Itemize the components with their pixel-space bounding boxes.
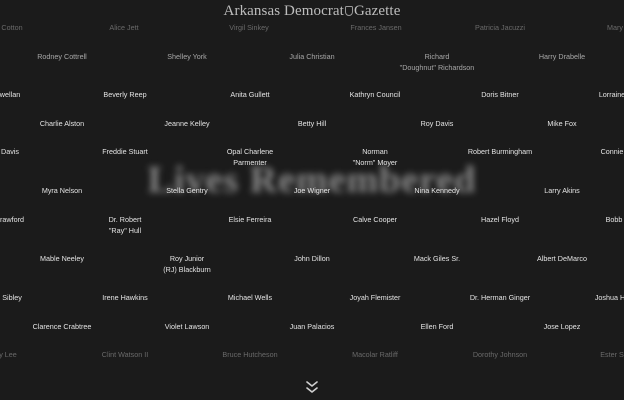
name-item[interactable]: Richard "Doughnut" Richardson: [400, 51, 475, 73]
name-item[interactable]: Freddie Stuart: [102, 146, 148, 157]
name-item[interactable]: Hazel Floyd: [481, 214, 519, 225]
name-item[interactable]: Clint Watson II: [102, 349, 148, 360]
name-item[interactable]: Jose Lopez: [544, 321, 581, 332]
name-line: Opal Charlene: [226, 147, 274, 156]
name-item[interactable]: ewellan: [0, 89, 20, 100]
name-item[interactable]: Irene Hawkins: [102, 292, 148, 303]
name-item[interactable]: Roy Davis: [421, 118, 454, 129]
name-item[interactable]: Myra Nelson: [42, 185, 82, 196]
name-item[interactable]: Violet Lawson: [165, 321, 210, 332]
name-item[interactable]: Bobb: [606, 214, 623, 225]
name-line: Richard: [424, 52, 450, 61]
name-item[interactable]: Ester S: [600, 349, 624, 360]
name-item[interactable]: y Lee: [0, 349, 17, 360]
name-item[interactable]: Albert DeMarco: [537, 253, 587, 264]
name-item[interactable]: Cotton: [1, 22, 22, 33]
name-item[interactable]: Clarence Crabtree: [33, 321, 92, 332]
name-item[interactable]: Shelley York: [167, 51, 207, 62]
double-chevron-down-icon: [306, 381, 318, 393]
name-item[interactable]: Harry Drabelle: [539, 51, 585, 62]
name-item[interactable]: Anita Gullett: [230, 89, 269, 100]
name-line: Dr. Robert: [108, 215, 142, 224]
name-item[interactable]: Julia Christian: [289, 51, 334, 62]
name-line: Norman: [362, 147, 388, 156]
scroll-down-button[interactable]: [304, 378, 320, 398]
name-item[interactable]: rawford: [0, 214, 24, 225]
name-item[interactable]: Mike Fox: [547, 118, 576, 129]
masthead-text-gazette: Gazette: [353, 3, 401, 19]
name-item[interactable]: Doris Bitner: [481, 89, 519, 100]
masthead-text-arkansas-democrat: Arkansas Democrat: [223, 3, 344, 19]
name-item[interactable]: Beverly Reep: [103, 89, 146, 100]
name-item[interactable]: Mary: [607, 22, 623, 33]
name-line: "Ray" Hull: [108, 226, 142, 235]
name-line: "Doughnut" Richardson: [399, 63, 475, 72]
name-item[interactable]: Kathryn Council: [350, 89, 401, 100]
name-item[interactable]: Stella Gentry: [166, 185, 208, 196]
name-item[interactable]: Joe Wigner: [294, 185, 330, 196]
name-item[interactable]: Dr. Herman Ginger: [470, 292, 530, 303]
name-item[interactable]: Elsie Ferreira: [229, 214, 272, 225]
name-line: (RJ) Blackburn: [163, 265, 211, 274]
site-masthead[interactable]: Arkansas Democrat Gazette: [0, 3, 624, 20]
name-item[interactable]: Dorothy Johnson: [473, 349, 527, 360]
name-item[interactable]: Rodney Cottrell: [37, 51, 87, 62]
name-item[interactable]: Mack Giles Sr.: [414, 253, 460, 264]
name-item[interactable]: Frances Jansen: [350, 22, 401, 33]
name-item[interactable]: Calve Cooper: [353, 214, 397, 225]
newspaper-emblem-icon: [344, 6, 353, 16]
name-item[interactable]: Lorraine: [599, 89, 624, 100]
name-item[interactable]: Patricia Jacuzzi: [475, 22, 525, 33]
name-line: Roy Junior: [169, 254, 205, 263]
name-item[interactable]: Alice Jett: [109, 22, 138, 33]
name-item[interactable]: Joyah Flemister: [350, 292, 401, 303]
name-item[interactable]: Ellen Ford: [421, 321, 454, 332]
name-item[interactable]: Connie: [601, 146, 624, 157]
name-item[interactable]: Nina Kennedy: [414, 185, 459, 196]
name-item[interactable]: Larry Akins: [544, 185, 580, 196]
name-item[interactable]: Joshua H: [595, 292, 624, 303]
name-item[interactable]: Mable Neeley: [40, 253, 84, 264]
name-item[interactable]: John Dillon: [294, 253, 330, 264]
name-item[interactable]: Juan Palacios: [290, 321, 335, 332]
name-item[interactable]: Michael Wells: [228, 292, 272, 303]
name-item[interactable]: Charlie Alston: [40, 118, 84, 129]
name-item[interactable]: Betty Hill: [298, 118, 326, 129]
name-item[interactable]: Bruce Hutcheson: [222, 349, 277, 360]
name-item[interactable]: Macolar Ratliff: [352, 349, 398, 360]
name-item[interactable]: Davis: [1, 146, 19, 157]
name-item[interactable]: Robert Burmingham: [468, 146, 532, 157]
name-item[interactable]: Sibley: [2, 292, 22, 303]
name-item[interactable]: Virgil Sinkey: [229, 22, 268, 33]
name-item[interactable]: Jeanne Kelley: [164, 118, 209, 129]
name-item[interactable]: Dr. Robert "Ray" Hull: [109, 214, 142, 236]
name-item[interactable]: Roy Junior (RJ) Blackburn: [163, 253, 211, 275]
